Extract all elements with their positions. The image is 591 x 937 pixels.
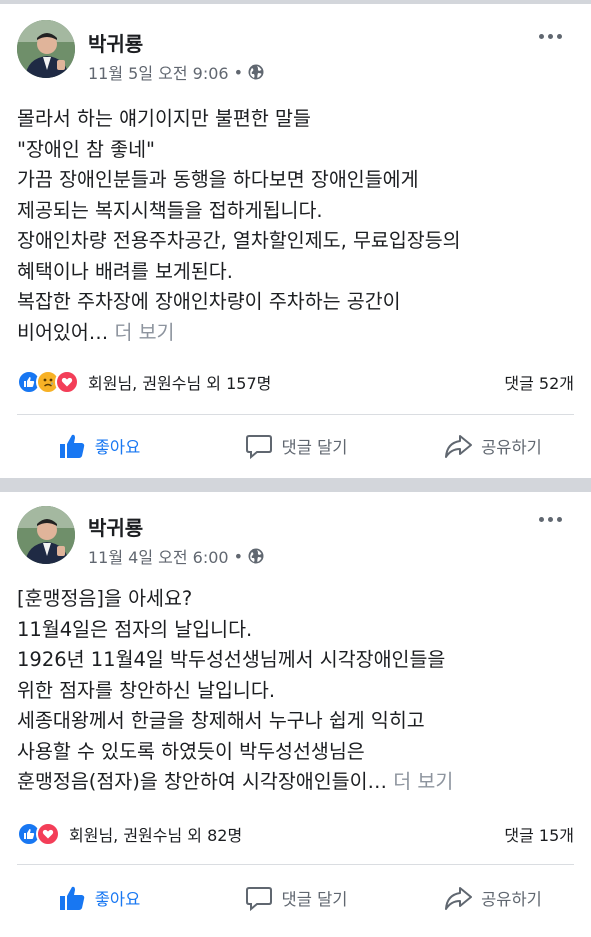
post-line: 위한 점자를 창안하신 날입니다. bbox=[17, 678, 276, 702]
post-line: 1926년 11월4일 박두성선생님께서 시각장애인들을 bbox=[17, 648, 446, 671]
comment-icon bbox=[245, 887, 272, 912]
thumbs-up-icon bbox=[59, 434, 84, 458]
post-body: [훈맹정음]을 아세요? 11월4일은 점자의 날입니다. 1926년 11월4… bbox=[17, 584, 579, 798]
post-line: 가끔 장애인분들과 동행을 하다보면 장애인들에게 bbox=[17, 168, 419, 191]
comment-button[interactable]: 댓글 달기 bbox=[197, 878, 394, 918]
post-line: 11월4일은 점자의 날입니다. bbox=[17, 617, 253, 641]
meta-dot: • bbox=[233, 546, 244, 566]
reaction-icons[interactable] bbox=[17, 822, 60, 846]
share-button[interactable]: 공유하기 bbox=[394, 878, 591, 918]
comment-icon bbox=[245, 435, 272, 460]
post-line: 몰라서 하는 얘기이지만 불편한 말들 bbox=[17, 107, 311, 130]
more-options-icon[interactable] bbox=[539, 514, 565, 524]
reaction-count[interactable]: 회원님, 권원수님 외 157명 bbox=[88, 370, 271, 394]
love-reaction-icon bbox=[36, 822, 60, 846]
comment-count[interactable]: 댓글 52개 bbox=[504, 370, 574, 394]
see-more-link[interactable]: 더 보기 bbox=[393, 770, 453, 793]
share-button[interactable]: 공유하기 bbox=[394, 426, 591, 466]
post-line: 세종대왕께서 한글을 창제해서 누구나 쉽게 익히고 bbox=[17, 709, 425, 732]
like-button[interactable]: 좋아요 bbox=[0, 426, 197, 466]
post-line: 복잡한 주차장에 장애인차량이 주차하는 공간이 bbox=[17, 290, 401, 313]
post-line: 제공되는 복지시책들을 접하게됩니다. bbox=[17, 198, 323, 222]
post-author[interactable]: 박귀룡 bbox=[88, 28, 143, 57]
action-bar: 좋아요 댓글 달기 공유하기 bbox=[0, 878, 591, 918]
thumbs-up-icon bbox=[59, 886, 84, 910]
more-options-icon[interactable] bbox=[539, 31, 565, 41]
like-label: 좋아요 bbox=[94, 438, 141, 457]
avatar[interactable] bbox=[17, 20, 75, 78]
see-more-link[interactable]: 더 보기 bbox=[114, 321, 174, 344]
post-meta: 11월 5일 오전 9:06 • bbox=[88, 60, 264, 84]
comment-count[interactable]: 댓글 15개 bbox=[504, 822, 574, 846]
post-body: 몰라서 하는 얘기이지만 불편한 말들 "장애인 참 좋네" 가끔 장애인분들과… bbox=[17, 104, 579, 348]
post-card: 박귀룡 11월 5일 오전 9:06 • 몰라서 하는 얘기이지만 불편한 말들… bbox=[0, 4, 591, 478]
share-label: 공유하기 bbox=[481, 890, 542, 909]
divider bbox=[17, 414, 574, 415]
meta-dot: • bbox=[233, 62, 244, 82]
share-icon bbox=[445, 435, 473, 458]
action-bar: 좋아요 댓글 달기 공유하기 bbox=[0, 426, 591, 466]
comment-label: 댓글 달기 bbox=[281, 890, 348, 909]
feed-separator bbox=[0, 478, 591, 492]
post-card: 박귀룡 11월 4일 오전 6:00 • [훈맹정음]을 아세요? 11월4일은… bbox=[0, 492, 591, 937]
reaction-count[interactable]: 회원님, 권원수님 외 82명 bbox=[69, 822, 242, 846]
post-author[interactable]: 박귀룡 bbox=[88, 512, 143, 541]
love-reaction-icon bbox=[55, 370, 79, 394]
post-line: 비어있어… 더 보기 bbox=[17, 320, 175, 344]
like-button[interactable]: 좋아요 bbox=[0, 878, 197, 918]
post-timestamp[interactable]: 11월 4일 오전 6:00 bbox=[88, 544, 229, 568]
post-meta: 11월 4일 오전 6:00 • bbox=[88, 544, 264, 568]
reactions-bar: 회원님, 권원수님 외 157명 댓글 52개 bbox=[17, 370, 574, 394]
divider bbox=[17, 864, 574, 865]
share-icon bbox=[445, 887, 473, 910]
post-line: 혜택이나 배려를 보게된다. bbox=[17, 259, 233, 283]
post-line: [훈맹정음]을 아세요? bbox=[17, 587, 193, 610]
comment-button[interactable]: 댓글 달기 bbox=[197, 426, 394, 466]
post-line: "장애인 참 좋네" bbox=[17, 137, 155, 161]
post-line: 장애인차량 전용주차공간, 열차할인제도, 무료입장등의 bbox=[17, 229, 461, 252]
share-label: 공유하기 bbox=[481, 438, 542, 457]
post-timestamp[interactable]: 11월 5일 오전 9:06 bbox=[88, 60, 229, 84]
post-line: 훈맹정음(점자)을 창안하여 시각장애인들이… 더 보기 bbox=[17, 770, 454, 793]
reaction-icons[interactable] bbox=[17, 370, 79, 394]
reactions-bar: 회원님, 권원수님 외 82명 댓글 15개 bbox=[17, 822, 574, 846]
like-label: 좋아요 bbox=[94, 890, 141, 909]
avatar[interactable] bbox=[17, 506, 75, 564]
post-line: 사용할 수 있도록 하였듯이 박두성선생님은 bbox=[17, 739, 365, 763]
globe-icon bbox=[248, 548, 264, 564]
comment-label: 댓글 달기 bbox=[281, 438, 348, 457]
globe-icon bbox=[248, 64, 264, 80]
